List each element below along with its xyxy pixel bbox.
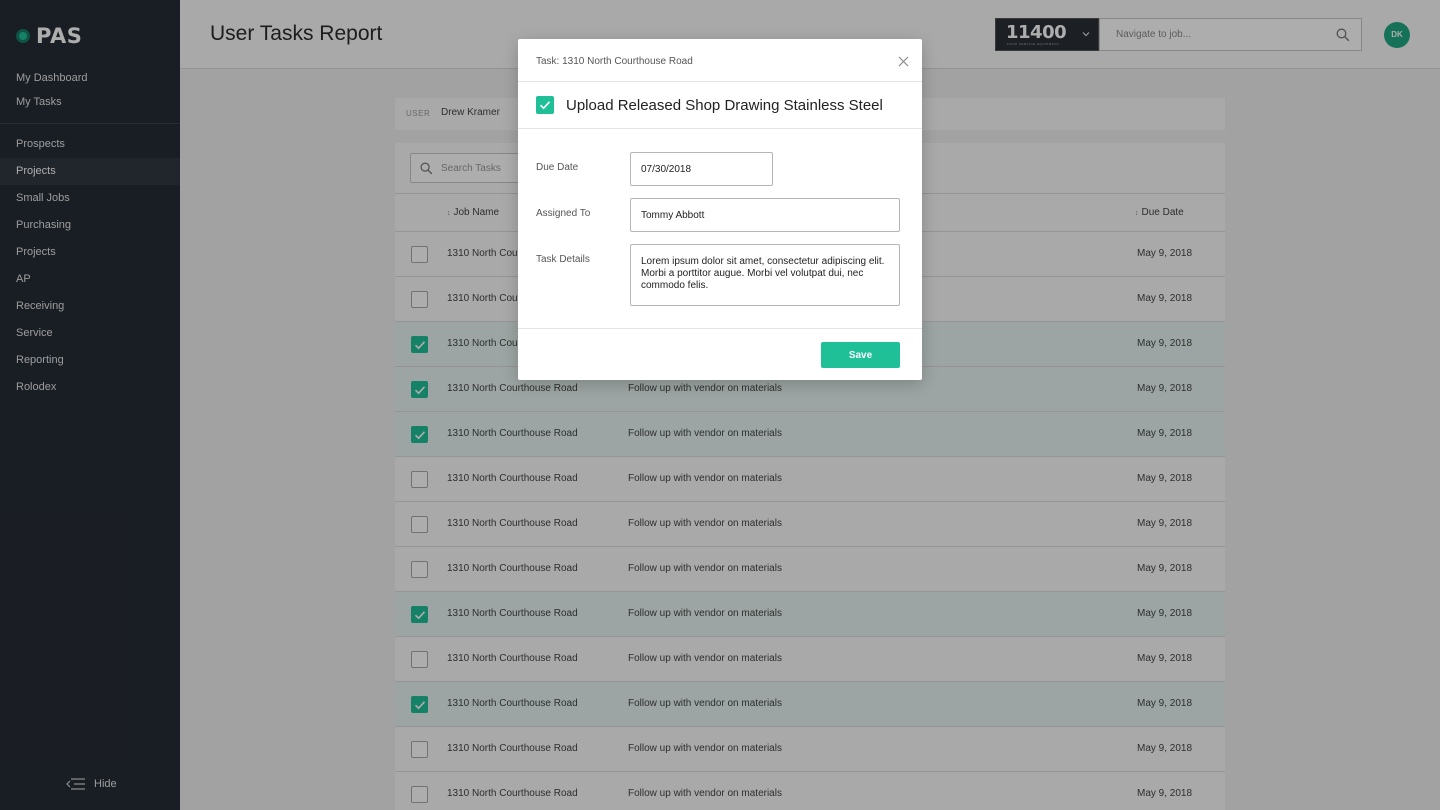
due-date-field[interactable] (630, 152, 773, 186)
modal-title: Upload Released Shop Drawing Stainless S… (566, 97, 883, 114)
task-detail-modal: Task: 1310 North Courthouse Road Upload … (518, 39, 922, 380)
modal-footer-divider (518, 328, 922, 329)
save-button[interactable]: Save (821, 342, 900, 368)
due-date-label: Due Date (536, 162, 579, 173)
assigned-to-label: Assigned To (536, 208, 591, 219)
task-details-label: Task Details (536, 254, 590, 265)
modal-subtitle: Task: 1310 North Courthouse Road (536, 56, 693, 67)
task-details-textarea[interactable]: Lorem ipsum dolor sit amet, consectetur … (630, 244, 900, 306)
checkmark-icon (539, 101, 551, 110)
assigned-to-field[interactable] (630, 198, 900, 232)
close-icon[interactable] (898, 56, 909, 67)
modal-header: Task: 1310 North Courthouse Road (518, 39, 922, 82)
task-complete-checkbox[interactable] (536, 96, 554, 114)
modal-title-bar: Upload Released Shop Drawing Stainless S… (518, 82, 922, 129)
